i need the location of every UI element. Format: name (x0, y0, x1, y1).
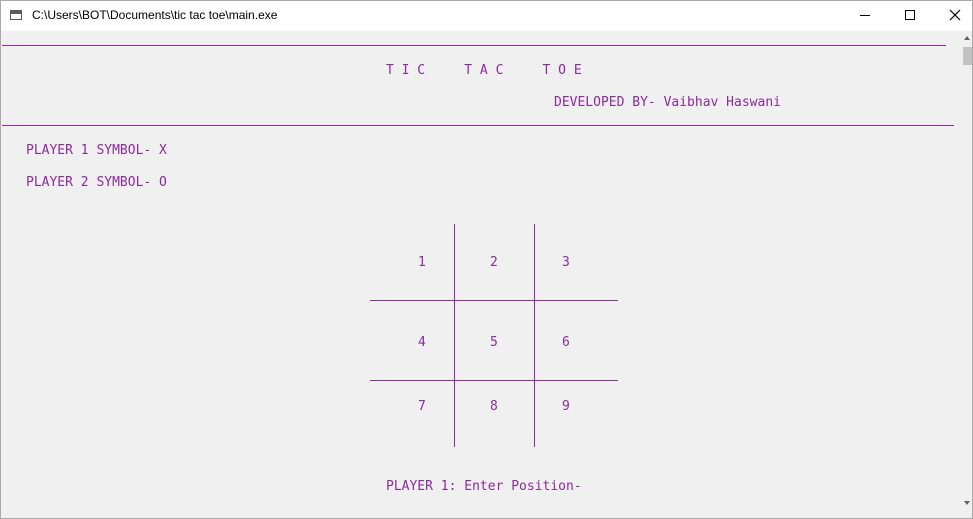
scroll-up-arrow-icon (964, 36, 970, 40)
minimize-button[interactable] (841, 1, 887, 31)
player2-symbol: PLAYER 2 SYMBOL- O (26, 175, 167, 190)
board-cell-4: 4 (418, 335, 426, 350)
board-cell-2: 2 (490, 255, 498, 270)
board-cell-6: 6 (562, 335, 570, 350)
title-bar[interactable]: C:\Users\BOT\Documents\tic tac toe\main.… (1, 1, 972, 31)
board-vertical-line-left (454, 224, 455, 447)
board-cell-3: 3 (562, 255, 570, 270)
header-divider (2, 125, 954, 126)
minimize-icon (860, 15, 870, 16)
board-cell-7: 7 (418, 399, 426, 414)
top-divider (2, 45, 946, 46)
scroll-down-button[interactable] (962, 496, 972, 510)
scroll-thumb[interactable] (963, 47, 972, 65)
console-output[interactable]: T I C T A C T O E DEVELOPED BY- Vaibhav … (2, 31, 962, 510)
input-prompt: PLAYER 1: Enter Position- (386, 479, 582, 494)
board-vertical-line-right (534, 224, 535, 447)
player1-symbol: PLAYER 1 SYMBOL- X (26, 143, 167, 158)
developer-credit: DEVELOPED BY- Vaibhav Haswani (554, 95, 781, 110)
board-horizontal-line-top (370, 300, 618, 301)
board-cell-8: 8 (490, 399, 498, 414)
window-title: C:\Users\BOT\Documents\tic tac toe\main.… (32, 8, 278, 22)
scroll-down-arrow-icon (964, 501, 970, 505)
board-cell-9: 9 (562, 399, 570, 414)
maximize-button[interactable] (887, 1, 933, 31)
console-app-icon (10, 10, 22, 20)
board-cell-1: 1 (418, 255, 426, 270)
board-horizontal-line-bottom (370, 380, 618, 381)
close-icon (949, 9, 961, 21)
close-button[interactable] (933, 1, 973, 31)
scroll-up-button[interactable] (962, 31, 972, 45)
board-cell-5: 5 (490, 335, 498, 350)
maximize-icon (905, 10, 915, 20)
game-heading: T I C T A C T O E (386, 63, 582, 78)
vertical-scrollbar[interactable] (962, 31, 972, 510)
console-window: C:\Users\BOT\Documents\tic tac toe\main.… (0, 0, 973, 519)
